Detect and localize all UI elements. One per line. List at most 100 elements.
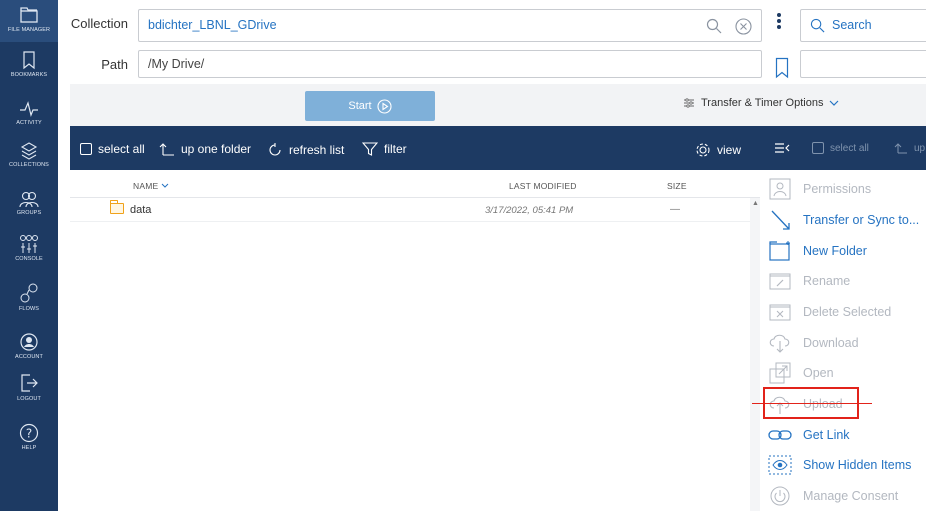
collection-value: bdichter_LBNL_GDrive: [148, 18, 277, 32]
link-icon: [768, 430, 792, 440]
clear-icon[interactable]: [735, 18, 752, 35]
options-label: Transfer & Timer Options: [701, 97, 824, 109]
menu-rename[interactable]: Rename: [768, 267, 850, 295]
select-all-button[interactable]: select all: [80, 142, 145, 156]
nav-account[interactable]: ACCOUNT: [0, 332, 58, 360]
folder-icon: [110, 200, 124, 214]
scroll-up-icon[interactable]: ▲: [752, 200, 759, 207]
menu-transfer-sync[interactable]: Transfer or Sync to...: [768, 206, 919, 234]
filter-button[interactable]: filter: [362, 142, 407, 156]
select-all-button-right[interactable]: select all: [812, 142, 869, 154]
nav-label: ACCOUNT: [15, 354, 43, 360]
refresh-list-button[interactable]: refresh list: [268, 142, 344, 158]
side-nav: FILE MANAGER BOOKMARKS ACTIVITY COLLECTI…: [0, 0, 58, 511]
menu-permissions[interactable]: Permissions: [768, 175, 871, 203]
up-button-right[interactable]: up: [894, 142, 925, 154]
nav-label: FILE MANAGER: [7, 27, 51, 33]
view-button[interactable]: view: [695, 142, 741, 158]
menu-new-folder[interactable]: New Folder: [768, 237, 867, 265]
menu-label: Open: [803, 366, 834, 380]
search-icon[interactable]: [706, 18, 722, 34]
view-label: view: [717, 143, 742, 157]
nav-label: BOOKMARKS: [10, 72, 48, 78]
path-value: /My Drive/: [148, 57, 205, 71]
collection-label: Collection: [70, 16, 128, 31]
consent-icon: [770, 486, 790, 506]
filter-label: filter: [384, 142, 407, 156]
table-row[interactable]: [70, 199, 750, 222]
bookmark-icon[interactable]: [775, 57, 789, 79]
bookmark-icon: [23, 51, 35, 70]
column-modified-header[interactable]: LAST MODIFIED: [509, 181, 577, 191]
upload-strike-line: [752, 403, 872, 404]
nav-file-manager[interactable]: FILE MANAGER: [0, 0, 58, 42]
play-icon: [377, 98, 392, 114]
menu-open[interactable]: Open: [768, 359, 834, 387]
name-header-label: NAME: [133, 181, 159, 191]
menu-collapse-icon: [775, 143, 790, 153]
nav-groups[interactable]: GROUPS: [0, 190, 58, 216]
menu-label: Rename: [803, 274, 851, 288]
menu-label: Manage Consent: [803, 489, 899, 503]
column-size-header[interactable]: SIZE: [667, 181, 687, 191]
nav-label: FLOWS: [18, 306, 40, 312]
nav-label: ACTIVITY: [16, 120, 42, 126]
nav-flows[interactable]: FLOWS: [0, 282, 58, 312]
download-icon: [769, 334, 790, 353]
collection-field[interactable]: bdichter_LBNL_GDrive: [138, 9, 762, 42]
collections-icon: [20, 142, 38, 160]
path-field[interactable]: /My Drive/: [138, 50, 762, 78]
menu-label: Show Hidden Items: [803, 458, 912, 472]
collapse-menu-button[interactable]: [774, 142, 790, 154]
start-button[interactable]: Start: [305, 91, 435, 121]
column-name-header[interactable]: NAME: [133, 181, 169, 191]
path-field-right[interactable]: [800, 50, 926, 78]
gear-icon: [696, 143, 710, 157]
up-folder-icon: [894, 143, 907, 154]
account-icon: [20, 333, 38, 351]
nav-label: HELP: [21, 445, 37, 451]
nav-label: COLLECTIONS: [9, 162, 49, 168]
svg-text:?: ?: [26, 427, 32, 441]
nav-collections[interactable]: COLLECTIONS: [0, 140, 58, 168]
row-size: —: [670, 204, 680, 215]
groups-icon: [19, 191, 39, 208]
nav-label: GROUPS: [16, 210, 42, 216]
menu-manage-consent[interactable]: Manage Consent: [768, 482, 898, 510]
menu-get-link[interactable]: Get Link: [768, 421, 850, 449]
menu-label: New Folder: [803, 244, 867, 258]
menu-show-hidden[interactable]: Show Hidden Items: [768, 451, 911, 479]
refresh-list-label: refresh list: [289, 143, 345, 157]
transfer-options-toggle[interactable]: Transfer & Timer Options: [683, 97, 839, 109]
eye-icon: [768, 455, 792, 475]
up-one-folder-button[interactable]: up one folder: [159, 142, 251, 156]
checkbox-icon: [812, 142, 824, 154]
activity-icon: [20, 101, 38, 117]
select-all-label: select all: [98, 142, 145, 156]
menu-label: Get Link: [803, 428, 850, 442]
row-modified: 3/17/2022, 05:41 PM: [485, 205, 574, 216]
nav-console[interactable]: CONSOLE: [0, 234, 58, 262]
permissions-icon: [769, 178, 791, 200]
console-icon: [20, 235, 38, 253]
row-name: data: [130, 204, 152, 216]
menu-label: Transfer or Sync to...: [803, 213, 920, 227]
chevron-down-icon: [830, 100, 839, 106]
more-options-icon[interactable]: [776, 13, 782, 31]
scrollbar[interactable]: [750, 198, 760, 511]
nav-help[interactable]: ? HELP: [0, 423, 58, 451]
up-label-right: up: [914, 142, 926, 154]
start-label: Start: [348, 100, 372, 112]
flows-icon: [20, 283, 38, 303]
folder-icon: [20, 7, 38, 23]
nav-bookmarks[interactable]: BOOKMARKS: [0, 50, 58, 78]
nav-activity[interactable]: ACTIVITY: [0, 100, 58, 126]
menu-delete-selected[interactable]: Delete Selected: [768, 298, 891, 326]
menu-download[interactable]: Download: [768, 329, 859, 357]
nav-logout[interactable]: LOGOUT: [0, 372, 58, 402]
transfer-icon: [771, 210, 790, 230]
table-header: [70, 172, 760, 198]
nav-label: CONSOLE: [15, 256, 43, 262]
search-input[interactable]: Search: [800, 9, 926, 42]
delete-icon: [769, 304, 791, 321]
